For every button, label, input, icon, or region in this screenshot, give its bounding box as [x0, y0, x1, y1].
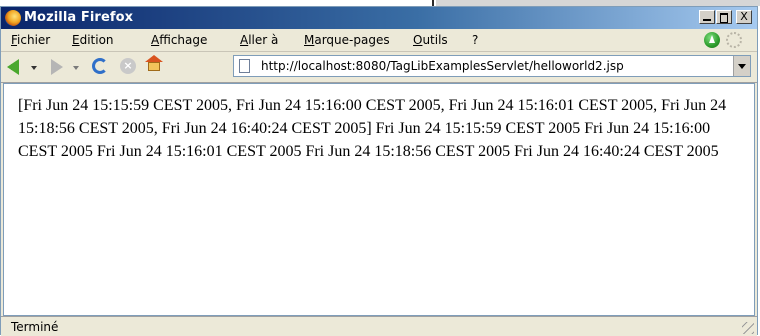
minimize-button[interactable] [699, 10, 715, 24]
maximize-button[interactable] [716, 10, 732, 24]
browser-window: Mozilla Firefox X Fichier Edition Affich… [0, 6, 758, 336]
go-arrow-icon[interactable] [704, 32, 720, 48]
menu-marque-pages[interactable]: Marque-pages [304, 33, 390, 47]
minimize-icon [703, 19, 711, 21]
close-button[interactable]: X [736, 10, 752, 24]
window-title: Mozilla Firefox [24, 10, 134, 25]
firefox-logo-icon [5, 10, 21, 26]
menu-affichage[interactable]: Affichage [151, 33, 207, 47]
close-icon: X [740, 10, 748, 23]
maximize-icon [720, 13, 728, 23]
menu-fichier[interactable]: Fichier [11, 33, 50, 47]
url-dropdown-button[interactable] [733, 56, 750, 76]
menu-outils[interactable]: Outils [413, 33, 448, 47]
back-dropdown-icon[interactable] [31, 66, 37, 70]
resize-grip-icon[interactable] [742, 322, 754, 334]
throbber-icon [726, 32, 742, 48]
menu-aller-a[interactable]: Aller à [240, 33, 278, 47]
forward-arrow-icon[interactable] [51, 59, 63, 75]
page-content: [Fri Jun 24 15:15:59 CEST 2005, Fri Jun … [3, 83, 755, 316]
url-text[interactable]: http://localhost:8080/TagLibExamplesServ… [261, 59, 624, 73]
menu-edition[interactable]: Edition [72, 33, 114, 47]
stop-icon[interactable]: × [120, 58, 136, 74]
status-bar: Terminé [1, 316, 757, 336]
page-body-text: [Fri Jun 24 15:15:59 CEST 2005, Fri Jun … [18, 97, 727, 160]
address-bar[interactable]: http://localhost:8080/TagLibExamplesServ… [233, 55, 751, 77]
navigation-toolbar: × http://localhost:8080/TagLibExamplesSe… [1, 52, 757, 83]
home-icon[interactable] [145, 55, 163, 72]
page-icon [239, 59, 250, 73]
title-bar[interactable]: Mozilla Firefox X [1, 7, 757, 29]
back-arrow-icon[interactable] [7, 59, 19, 75]
reload-icon[interactable] [92, 58, 108, 74]
menu-bar: Fichier Edition Affichage Aller à Marque… [1, 29, 757, 52]
forward-dropdown-icon[interactable] [73, 66, 79, 70]
menu-help[interactable]: ? [472, 33, 478, 47]
status-text: Terminé [11, 320, 59, 334]
